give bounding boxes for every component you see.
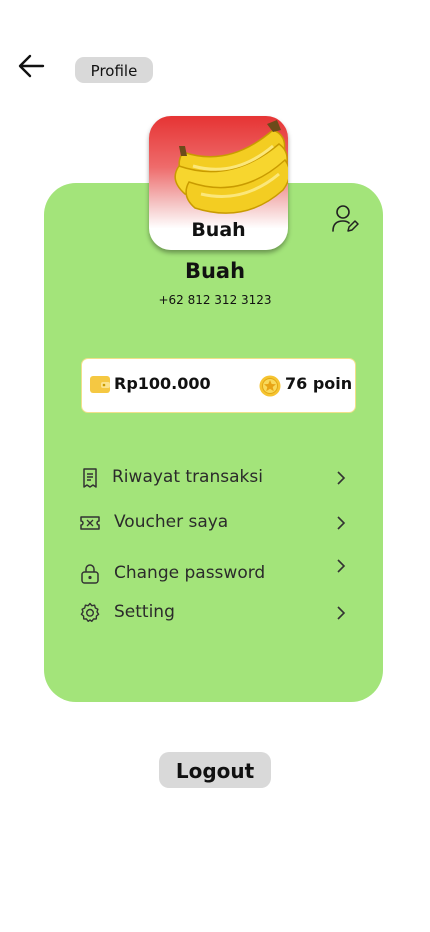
chevron-right-icon [337, 471, 346, 485]
store-phone: +62 812 312 3123 [158, 293, 272, 307]
coin-icon [259, 375, 281, 397]
logout-button[interactable]: Logout [159, 752, 271, 788]
menu-label: Riwayat transaksi [112, 467, 263, 487]
points-value: 76 [285, 374, 308, 393]
receipt-icon [83, 468, 97, 488]
menu-item-setting[interactable]: Setting [78, 597, 358, 629]
menu-item-riwayat-transaksi[interactable]: Riwayat transaksi [78, 462, 358, 494]
back-arrow-icon[interactable] [16, 52, 46, 80]
store-name: Buah [184, 259, 246, 283]
lock-icon [81, 564, 99, 584]
menu-item-change-password[interactable]: Change password [78, 558, 358, 590]
chevron-right-icon [337, 559, 346, 573]
menu-label: Voucher saya [114, 512, 229, 532]
edit-profile-icon[interactable] [331, 203, 359, 233]
points-balance: 76 poin [285, 374, 352, 393]
menu-label: Change password [114, 563, 266, 583]
page-title: Profile [75, 57, 153, 83]
ticket-icon [80, 516, 100, 530]
menu-item-voucher-saya[interactable]: Voucher saya [78, 507, 358, 539]
chevron-right-icon [337, 516, 346, 530]
store-logo: Buah [149, 116, 288, 250]
wallet-balance: Rp100.000 [114, 374, 211, 393]
gear-icon [80, 602, 100, 622]
store-logo-text: Buah [191, 219, 246, 241]
chevron-right-icon [337, 606, 346, 620]
wallet-icon [90, 376, 110, 393]
points-unit: poin [312, 374, 353, 393]
menu-label: Setting [114, 602, 175, 622]
wallet-summary[interactable]: Rp100.000 76 poin [81, 358, 356, 413]
